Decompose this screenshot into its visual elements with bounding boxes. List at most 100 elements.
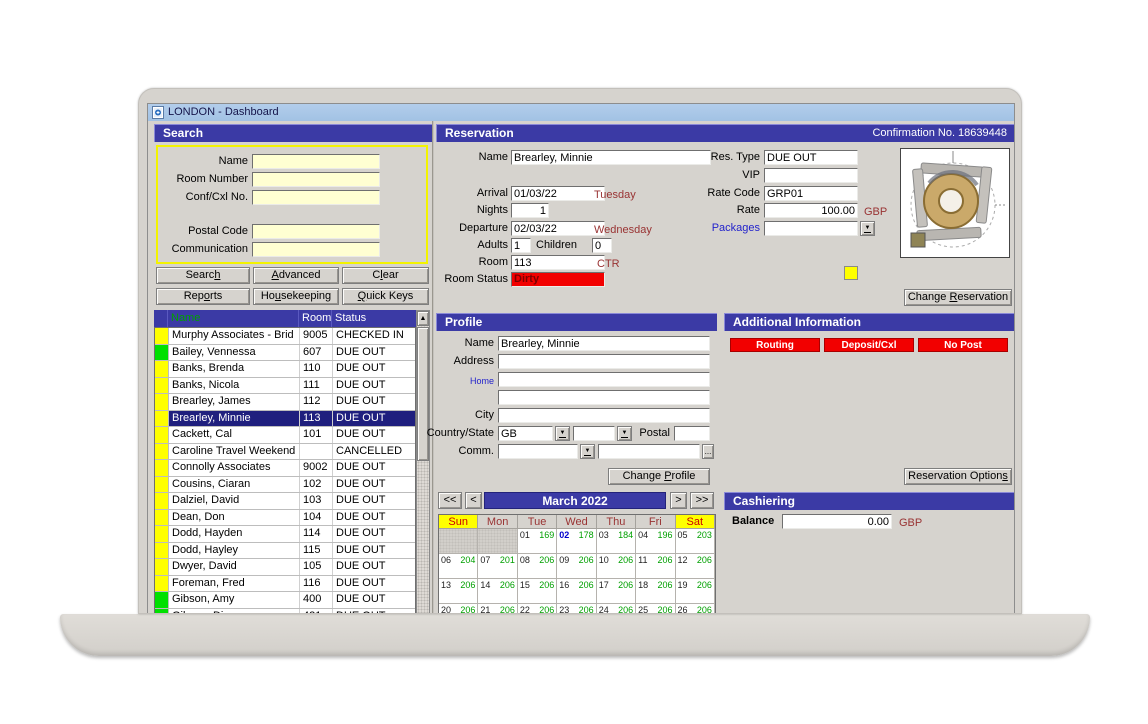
table-row[interactable]: Bailey, Vennessa607DUE OUT [155, 345, 415, 362]
calendar-cell[interactable]: 02178 [557, 529, 596, 554]
vip-field[interactable] [764, 168, 858, 183]
country-field[interactable] [498, 426, 553, 441]
name-column-header[interactable]: Name [168, 310, 299, 327]
calendar-cell[interactable]: 14206 [478, 579, 517, 604]
state-field[interactable] [573, 426, 615, 441]
comm-more-button[interactable]: ... [702, 444, 714, 459]
calendar-cell[interactable]: 01169 [518, 529, 557, 554]
table-row[interactable]: Brearley, Minnie113DUE OUT [155, 411, 415, 428]
search-room-input[interactable] [252, 172, 380, 187]
table-row[interactable]: Dean, Don104DUE OUT [155, 510, 415, 527]
profile-name-field[interactable] [498, 336, 710, 351]
table-row[interactable]: Gibson, Amy400DUE OUT [155, 592, 415, 609]
nights-field[interactable] [511, 203, 549, 218]
calendar-cell[interactable]: 23206 [557, 604, 596, 614]
calendar-cell[interactable]: 21206 [478, 604, 517, 614]
table-row[interactable]: Cackett, Cal101DUE OUT [155, 427, 415, 444]
table-row[interactable]: Cousins, Ciaran102DUE OUT [155, 477, 415, 494]
table-row[interactable]: Foreman, Fred116DUE OUT [155, 576, 415, 593]
table-row[interactable]: Connolly Associates9002DUE OUT [155, 460, 415, 477]
table-row[interactable]: Gibson, Diane421DUE OUT [155, 609, 415, 615]
quick-keys-button[interactable]: Quick Keys [342, 288, 429, 305]
calendar-cell[interactable]: 16206 [557, 579, 596, 604]
rate-code-field[interactable] [764, 186, 858, 201]
reports-button[interactable]: Reports [156, 288, 250, 305]
calendar-cell[interactable]: 03184 [597, 529, 636, 554]
table-row[interactable]: Dwyer, David105DUE OUT [155, 559, 415, 576]
profile-home-label[interactable]: Home [414, 374, 494, 389]
calendar-cell[interactable]: 04196 [636, 529, 675, 554]
routing-lamp-button[interactable]: Routing [730, 338, 820, 352]
advanced-button[interactable]: Advanced [253, 267, 339, 284]
clear-button[interactable]: Clear [342, 267, 429, 284]
profile-city-field[interactable] [498, 408, 710, 423]
calendar-next-month-button[interactable]: > [670, 492, 687, 509]
country-dropdown-button[interactable]: ▼ [555, 426, 570, 441]
calendar-cell[interactable]: 10206 [597, 554, 636, 579]
table-row[interactable]: Banks, Brenda110DUE OUT [155, 361, 415, 378]
calendar-cell[interactable]: 08206 [518, 554, 557, 579]
search-communication-input[interactable] [252, 242, 380, 257]
calendar-cell[interactable]: 20206 [439, 604, 478, 614]
profile-address2-field[interactable] [498, 390, 710, 405]
adults-field[interactable] [511, 238, 531, 253]
table-row[interactable]: Brearley, James112DUE OUT [155, 394, 415, 411]
table-row[interactable]: Banks, Nicola111DUE OUT [155, 378, 415, 395]
table-row[interactable]: Murphy Associates - Brid9005CHECKED IN [155, 328, 415, 345]
comm-value-field[interactable] [598, 444, 700, 459]
deposit-cxl-lamp-button[interactable]: Deposit/Cxl [824, 338, 914, 352]
window-titlebar[interactable]: LONDON - Dashboard [148, 104, 1014, 121]
comm-dropdown-button[interactable]: ▼ [580, 444, 595, 459]
scroll-up-button[interactable]: ▲ [417, 311, 429, 326]
calendar-cell[interactable]: 12206 [676, 554, 715, 579]
reservation-options-button[interactable]: Reservation Options [904, 468, 1012, 485]
change-reservation-button[interactable]: Change Reservation [904, 289, 1012, 306]
balance-field[interactable] [782, 514, 892, 529]
search-postal-input[interactable] [252, 224, 380, 239]
calendar-cell[interactable]: 06204 [439, 554, 478, 579]
packages-dropdown-button[interactable]: ▼ [860, 221, 875, 236]
change-profile-button[interactable]: Change Profile [608, 468, 710, 485]
calendar-cell[interactable]: 15206 [518, 579, 557, 604]
calendar-cell[interactable]: 25206 [636, 604, 675, 614]
calendar-cell[interactable]: 22206 [518, 604, 557, 614]
calendar-cell[interactable]: 17206 [597, 579, 636, 604]
table-row[interactable]: Dodd, Hayley115DUE OUT [155, 543, 415, 560]
status-column-header[interactable]: Status [332, 310, 416, 327]
children-field[interactable] [592, 238, 612, 253]
comm-type-field[interactable] [498, 444, 578, 459]
housekeeping-button[interactable]: Housekeeping [253, 288, 339, 305]
search-conf-input[interactable] [252, 190, 380, 205]
calendar-next-year-button[interactable]: >> [690, 492, 714, 509]
calendar-cell[interactable]: 07201 [478, 554, 517, 579]
calendar-cell[interactable]: 18206 [636, 579, 675, 604]
profile-home-field[interactable] [498, 372, 710, 387]
room-field[interactable] [511, 255, 605, 270]
state-dropdown-button[interactable]: ▼ [617, 426, 632, 441]
calendar-prev-year-button[interactable]: << [438, 492, 462, 509]
packages-label[interactable]: Packages [670, 221, 760, 236]
calendar-cell[interactable]: 26206 [676, 604, 715, 614]
table-row[interactable]: Dalziel, David103DUE OUT [155, 493, 415, 510]
room-column-header[interactable]: Room [299, 310, 332, 327]
table-row[interactable]: Dodd, Hayden114DUE OUT [155, 526, 415, 543]
search-name-input[interactable] [252, 154, 380, 169]
packages-field[interactable] [764, 221, 858, 236]
calendar-cell[interactable]: 24206 [597, 604, 636, 614]
calendar-cell[interactable]: 11206 [636, 554, 675, 579]
no-post-lamp-button[interactable]: No Post [918, 338, 1008, 352]
calendar-prev-month-button[interactable]: < [465, 492, 482, 509]
calendar-cell[interactable]: 05203 [676, 529, 715, 554]
table-row[interactable]: Caroline Travel WeekendCANCELLED [155, 444, 415, 461]
calendar-day-number: 05 [678, 530, 688, 540]
postal-field[interactable] [674, 426, 710, 441]
calendar-cell[interactable]: 13206 [439, 579, 478, 604]
rate-field[interactable] [764, 203, 858, 218]
departure-field[interactable] [511, 221, 605, 236]
profile-address-field[interactable] [498, 354, 710, 369]
res-type-field[interactable] [764, 150, 858, 165]
search-button[interactable]: Search [156, 267, 250, 284]
arrival-field[interactable] [511, 186, 605, 201]
calendar-cell[interactable]: 09206 [557, 554, 596, 579]
calendar-cell[interactable]: 19206 [676, 579, 715, 604]
